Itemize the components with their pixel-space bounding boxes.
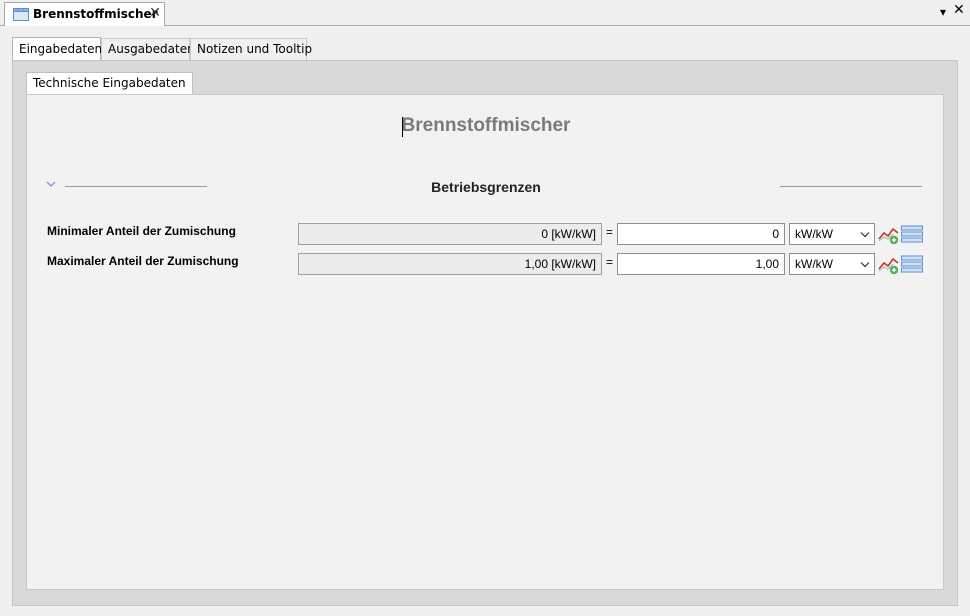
tab-notizen-und-tooltip[interactable]: Notizen und Tooltip [190, 38, 312, 60]
calculated-value-field: 1,00 [kW/kW] [298, 253, 602, 275]
param-row-max-share: Maximaler Anteil der Zumischung 1,00 [kW… [27, 253, 945, 277]
document-tab[interactable]: Brennstoffmischer ✕ [4, 2, 165, 26]
equals-sign: = [606, 225, 614, 239]
page-title: Brennstoffmischer [401, 115, 571, 136]
add-chart-icon[interactable] [878, 254, 900, 275]
calculated-value-field: 0 [kW/kW] [298, 223, 602, 245]
value-input[interactable]: 0 [617, 223, 785, 245]
tab-eingabedaten[interactable]: Eingabedaten [12, 37, 102, 60]
input-form: Brennstoffmischer Betriebsgrenzen Minima… [26, 94, 944, 590]
param-row-min-share: Minimaler Anteil der Zumischung 0 [kW/kW… [27, 223, 945, 247]
tab-ausgabedaten[interactable]: Ausgabedaten [101, 38, 195, 60]
dropdown-menu-icon[interactable]: ▾ [940, 6, 946, 18]
param-label: Minimaler Anteil der Zumischung [47, 224, 236, 238]
tab-content-area: Technische Eingabedaten Brennstoffmische… [12, 60, 958, 606]
document-tab-bar: Brennstoffmischer ✕ ▾ ✕ [0, 0, 970, 26]
text-caret [402, 117, 403, 137]
editor-panel: Eingabedaten Ausgabedaten Notizen und To… [0, 26, 970, 616]
param-label: Maximaler Anteil der Zumischung [47, 254, 239, 268]
equals-sign: = [606, 255, 614, 269]
window-icon [13, 8, 29, 21]
list-icon[interactable] [901, 255, 923, 273]
section-divider-right [780, 186, 922, 187]
chevron-down-icon [860, 262, 870, 268]
unit-select-value: kW/kW [795, 257, 833, 271]
unit-select-value: kW/kW [795, 227, 833, 241]
window-close-icon[interactable]: ✕ [953, 3, 965, 17]
add-chart-icon[interactable] [878, 224, 900, 245]
value-input[interactable]: 1,00 [617, 253, 785, 275]
section-title: Betriebsgrenzen [431, 179, 541, 195]
list-icon[interactable] [901, 225, 923, 243]
close-icon[interactable]: ✕ [148, 6, 162, 20]
tab-technische-eingabedaten[interactable]: Technische Eingabedaten [26, 72, 193, 94]
document-tab-title: Brennstoffmischer [33, 7, 158, 21]
chevron-down-icon [860, 232, 870, 238]
unit-select[interactable]: kW/kW [789, 223, 875, 245]
unit-select[interactable]: kW/kW [789, 253, 875, 275]
